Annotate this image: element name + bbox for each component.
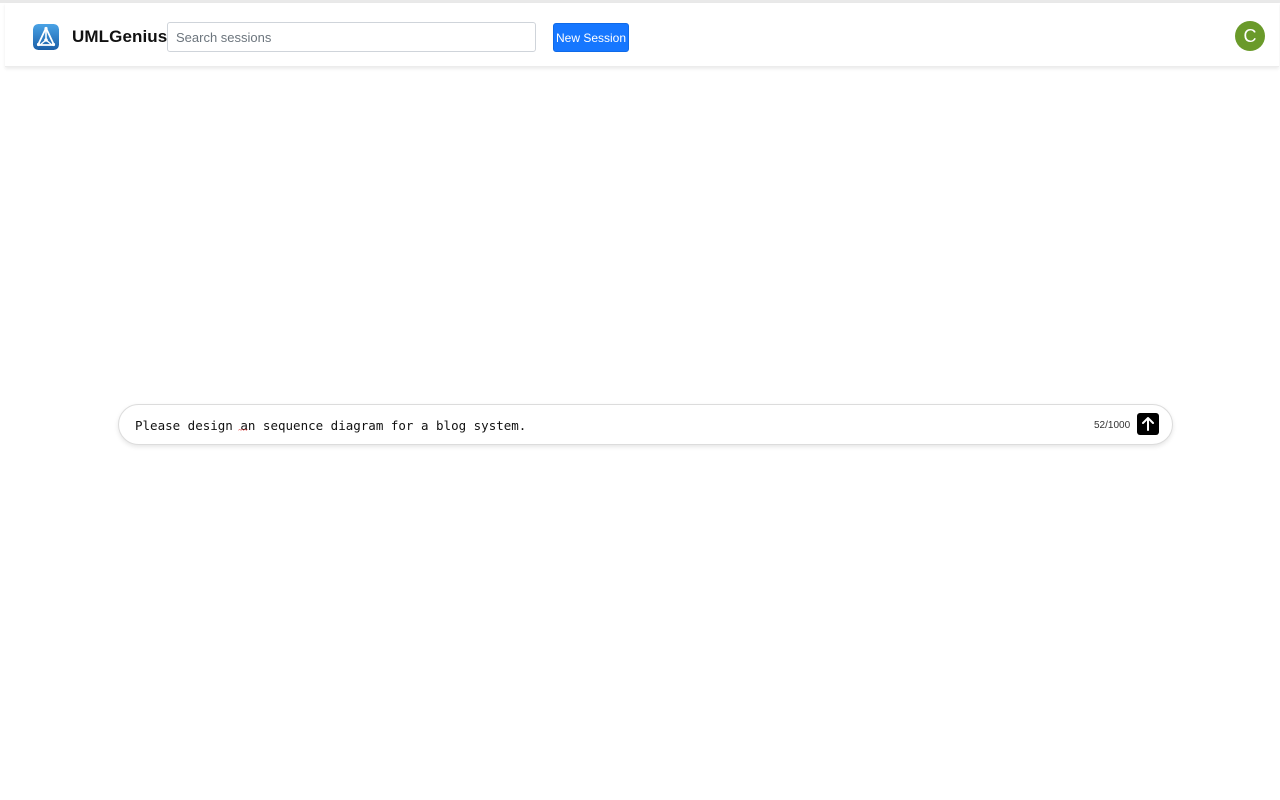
arrow-up-icon [1142,417,1154,431]
user-avatar[interactable]: C [1235,21,1265,51]
prompt-bar: 52/1000 [118,404,1173,445]
send-button[interactable] [1137,413,1159,435]
prompt-input[interactable] [135,414,1075,436]
app-header: UMLGenius New Session C [5,3,1279,67]
spellcheck-underline [238,429,248,431]
new-session-button[interactable]: New Session [553,23,629,52]
app-logo-icon[interactable] [33,24,59,50]
brand-title: UMLGenius [72,27,168,46]
search-sessions-input[interactable] [167,22,536,52]
character-counter: 52/1000 [1094,420,1131,431]
